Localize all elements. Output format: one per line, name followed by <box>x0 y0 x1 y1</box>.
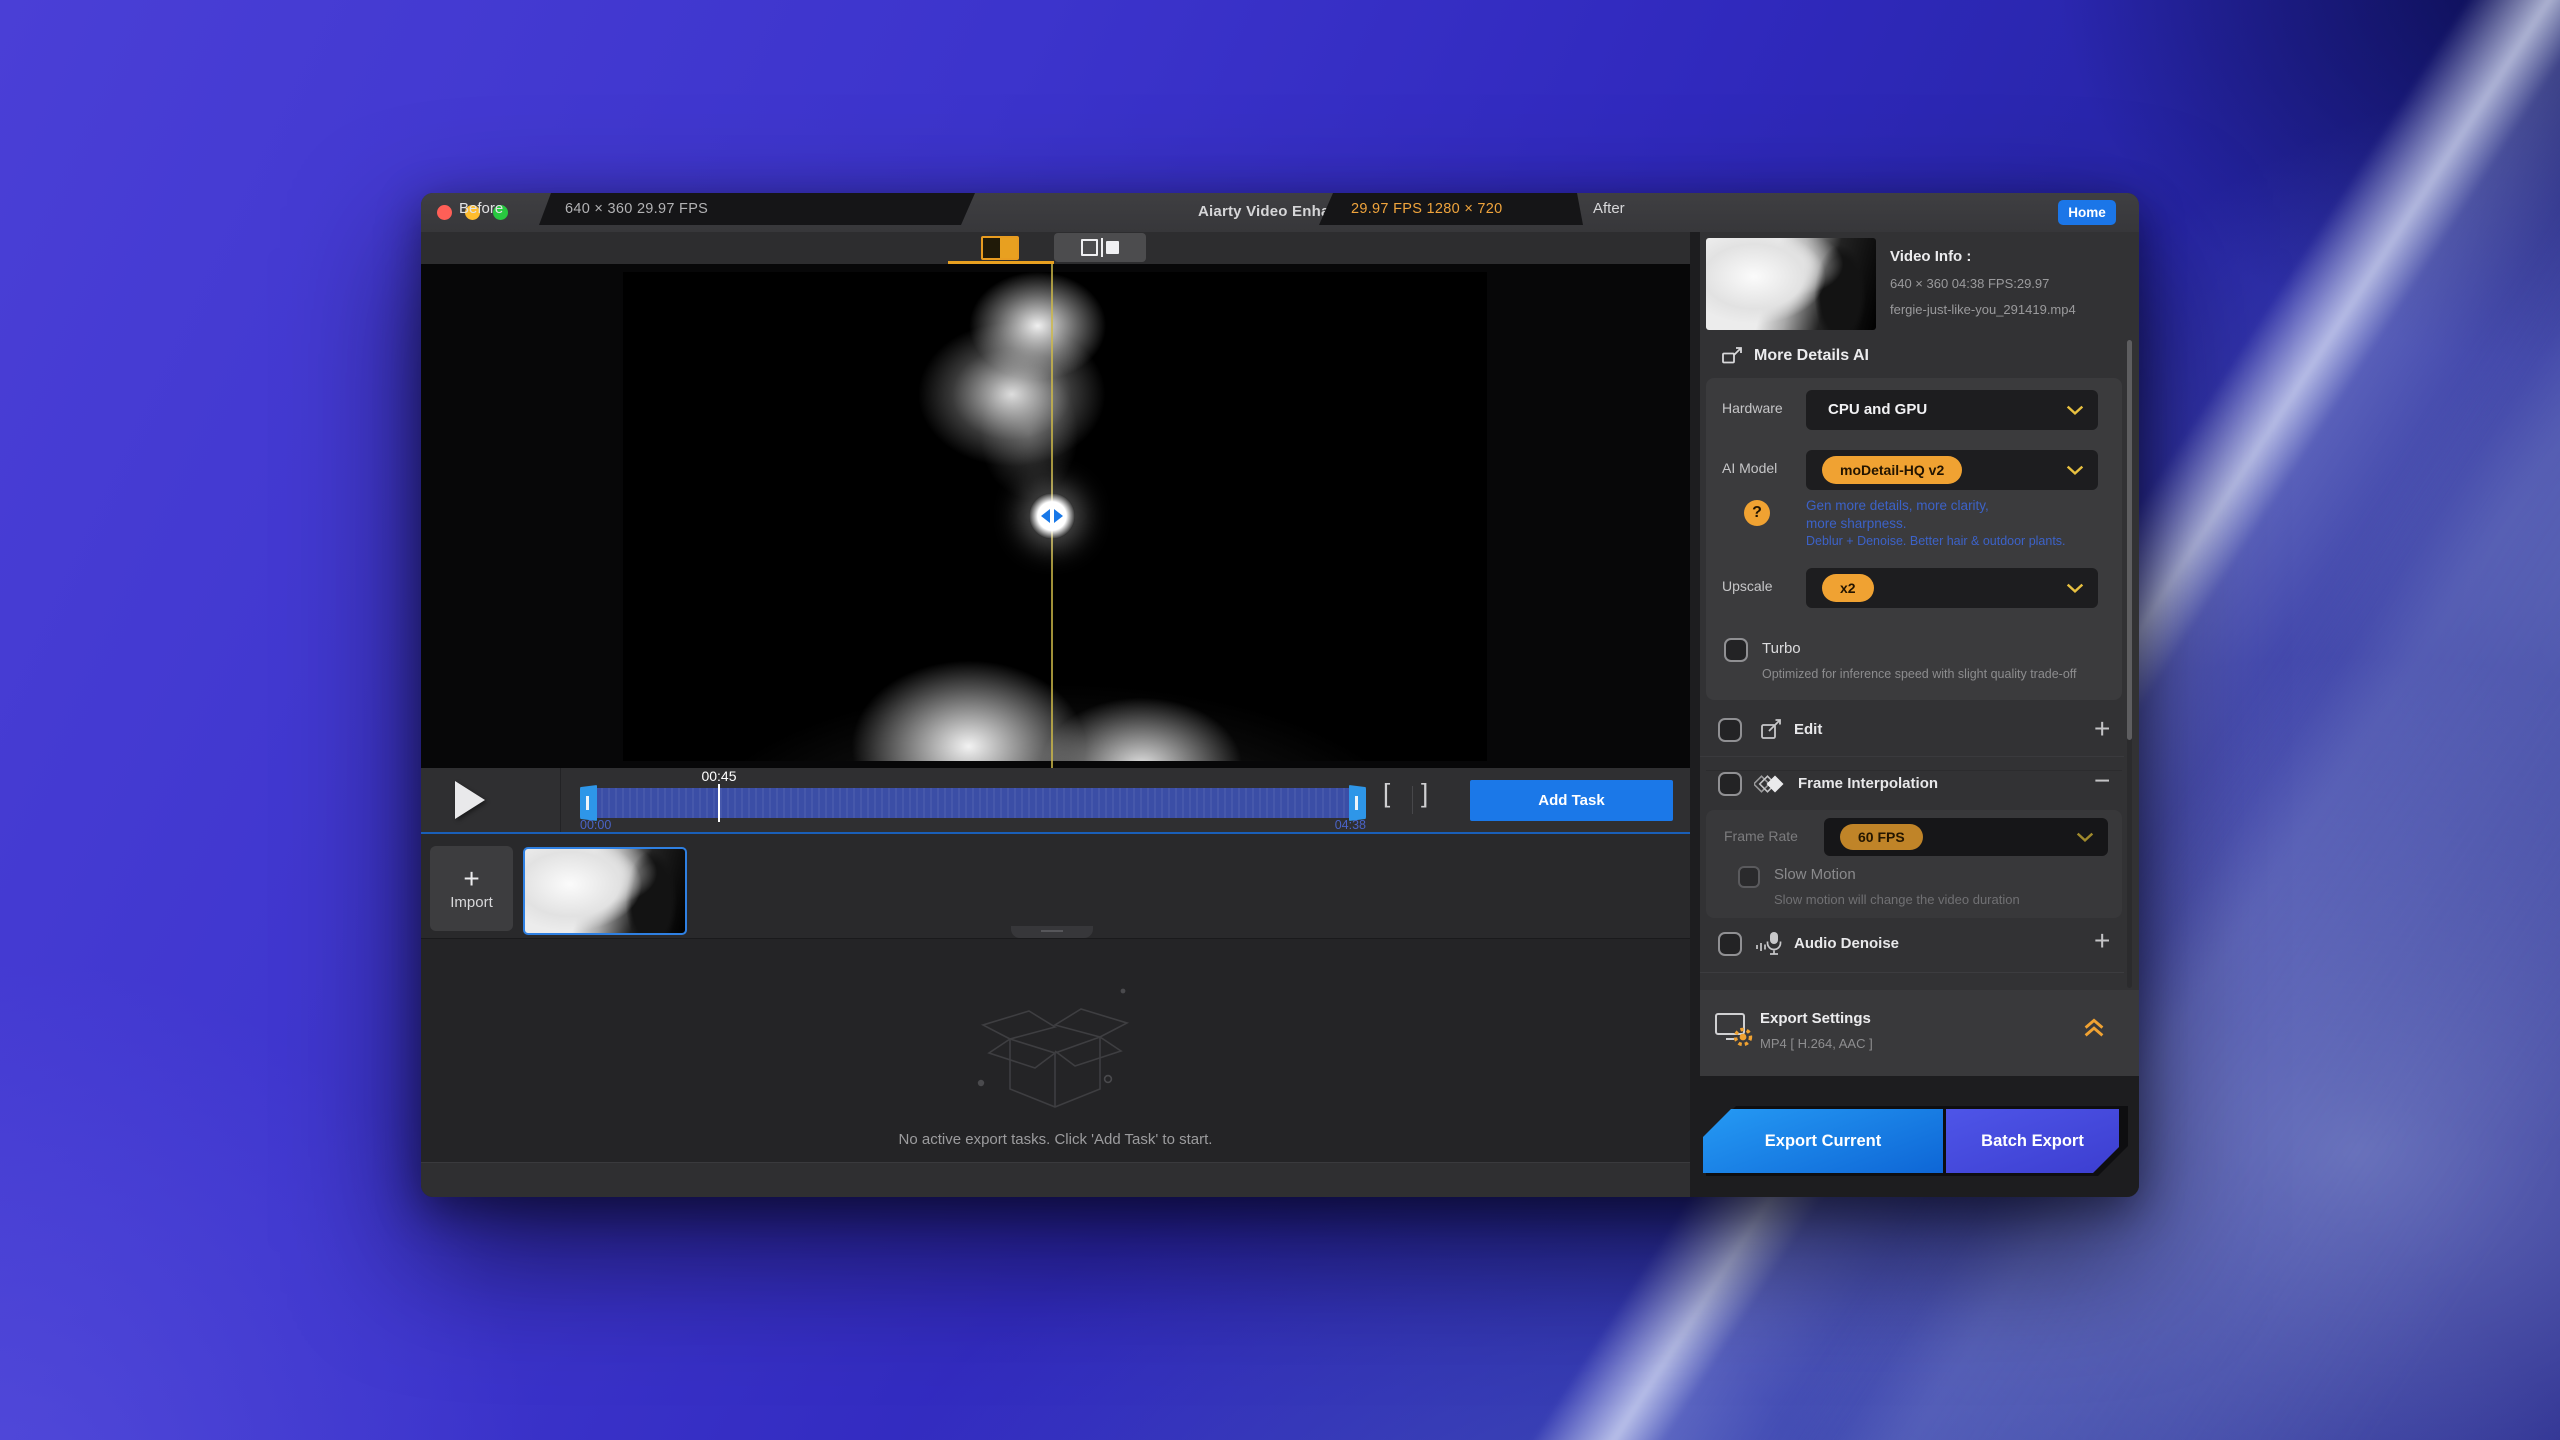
export-buttons-footer: Export Current Batch Export <box>1700 1076 2139 1197</box>
frame-rate-value-pill: 60 FPS <box>1840 824 1923 850</box>
split-arrow-left-icon <box>1041 509 1050 523</box>
window-footer <box>421 1162 1700 1197</box>
frame-interpolation-icon <box>1754 772 1788 798</box>
split-compare-toggle[interactable] <box>969 234 1031 261</box>
ai-model-value-pill: moDetail-HQ v2 <box>1822 456 1962 484</box>
playback-bar: 00:45 00:00 04:38 [ ] Add Task <box>421 768 1690 832</box>
frame-rate-dropdown[interactable]: 60 FPS <box>1824 818 2108 856</box>
ai-model-dropdown[interactable]: moDetail-HQ v2 <box>1806 450 2098 490</box>
frame-rate-label: Frame Rate <box>1724 828 1798 844</box>
video-info-thumbnail <box>1706 238 1876 330</box>
audio-denoise-expand-button[interactable]: + <box>2094 928 2110 954</box>
hardware-label: Hardware <box>1722 400 1783 416</box>
export-settings-icon <box>1712 1008 1756 1050</box>
audio-denoise-label: Audio Denoise <box>1794 935 1899 952</box>
split-arrow-right-icon <box>1054 509 1063 523</box>
edit-checkbox[interactable] <box>1718 718 1742 742</box>
playhead[interactable] <box>718 784 720 822</box>
start-time-label: 00:00 <box>580 818 611 832</box>
plus-icon: + <box>463 866 479 892</box>
ai-model-label: AI Model <box>1722 460 1777 476</box>
chevron-down-icon <box>2076 832 2094 843</box>
play-button[interactable] <box>447 780 493 820</box>
empty-box-illustration <box>945 961 1165 1127</box>
current-time-label: 00:45 <box>689 768 749 784</box>
frame-interpolation-label: Frame Interpolation <box>1798 775 1938 792</box>
before-label: Before <box>459 200 503 217</box>
export-settings-section[interactable]: Export Settings MP4 [ H.264, AAC ] <box>1700 990 2139 1076</box>
upscale-label: Upscale <box>1722 578 1773 594</box>
after-label: After <box>1593 200 1625 217</box>
export-settings-format: MP4 [ H.264, AAC ] <box>1760 1036 1873 1051</box>
export-task-area: No active export tasks. Click 'Add Task'… <box>421 938 1690 1163</box>
hardware-dropdown[interactable]: CPU and GPU <box>1806 390 2098 430</box>
export-settings-title: Export Settings <box>1760 1010 1871 1027</box>
audio-denoise-checkbox[interactable] <box>1718 932 1742 956</box>
import-button[interactable]: + Import <box>430 846 513 931</box>
video-preview <box>421 264 1690 768</box>
desktop: Aiarty Video Enhancer Home Before 640 × … <box>0 0 2560 1440</box>
slow-motion-label: Slow Motion <box>1774 866 1856 883</box>
slow-motion-description: Slow motion will change the video durati… <box>1774 892 2020 907</box>
before-video-info: 640 × 360 29.97 FPS <box>565 201 708 217</box>
model-help-line1: Gen more details, more clarity, <box>1806 498 1989 513</box>
edit-expand-button[interactable]: + <box>2094 716 2110 742</box>
chevron-down-icon <box>2066 583 2084 594</box>
edit-label: Edit <box>1794 721 1822 738</box>
home-button[interactable]: Home <box>2058 200 2116 225</box>
help-icon[interactable]: ? <box>1744 500 1770 526</box>
batch-export-button[interactable]: Batch Export <box>1946 1109 2119 1173</box>
microphone-icon <box>1754 929 1788 957</box>
strip-collapse-handle[interactable] <box>1011 926 1093 938</box>
video-info-title: Video Info : <box>1890 248 1971 265</box>
trim-start-handle[interactable] <box>580 785 597 821</box>
compare-split-handle[interactable] <box>1029 493 1075 539</box>
export-current-button[interactable]: Export Current <box>1703 1109 1943 1173</box>
hardware-value: CPU and GPU <box>1828 390 1927 430</box>
turbo-description: Optimized for inference speed with sligh… <box>1762 666 2092 682</box>
section-title: More Details AI <box>1754 347 1869 365</box>
split-view-icon <box>981 236 1019 260</box>
chevron-down-icon <box>2066 465 2084 476</box>
media-thumbnail-selected[interactable] <box>523 847 687 935</box>
chevron-down-icon <box>2066 405 2084 416</box>
video-info-filename: fergie-just-like-you_291419.mp4 <box>1890 302 2076 317</box>
frame-interpolation-checkbox[interactable] <box>1718 772 1742 796</box>
empty-tasks-message: No active export tasks. Click 'Add Task'… <box>421 1131 1690 1148</box>
set-trim-in-button[interactable]: [ <box>1383 778 1390 809</box>
upscale-value-pill: x2 <box>1822 574 1874 602</box>
set-trim-out-button[interactable]: ] <box>1421 778 1428 809</box>
turbo-checkbox[interactable] <box>1724 638 1748 662</box>
import-label: Import <box>450 894 493 911</box>
model-help-line2: more sharpness. <box>1806 516 1907 531</box>
after-video-info: 29.97 FPS 1280 × 720 <box>1351 201 1503 217</box>
add-task-button[interactable]: Add Task <box>1470 780 1673 821</box>
video-info-meta: 640 × 360 04:38 FPS:29.97 <box>1890 276 2049 291</box>
side-by-side-icon <box>1081 239 1098 256</box>
trim-end-handle[interactable] <box>1349 785 1366 821</box>
sidebar: Video Info : 640 × 360 04:38 FPS:29.97 f… <box>1700 232 2139 1197</box>
slow-motion-checkbox[interactable] <box>1738 866 1760 888</box>
sidebar-scrollbar-thumb[interactable] <box>2127 340 2132 740</box>
frame-interpolation-collapse-button[interactable]: − <box>2094 768 2110 794</box>
model-help-line3: Deblur + Denoise. Better hair & outdoor … <box>1806 534 2066 548</box>
double-chevron-up-icon[interactable] <box>2082 1016 2106 1038</box>
side-by-side-compare-toggle[interactable] <box>1054 233 1146 262</box>
timeline-track[interactable] <box>580 788 1366 818</box>
play-icon <box>455 781 485 819</box>
media-strip: + Import <box>421 834 1690 938</box>
upscale-dropdown[interactable]: x2 <box>1806 568 2098 608</box>
more-details-ai-icon <box>1720 345 1744 369</box>
edit-icon <box>1758 717 1784 743</box>
app-window: Aiarty Video Enhancer Home Before 640 × … <box>421 193 2139 1197</box>
end-time-label: 04:38 <box>1319 818 1366 832</box>
turbo-label: Turbo <box>1762 640 1801 657</box>
